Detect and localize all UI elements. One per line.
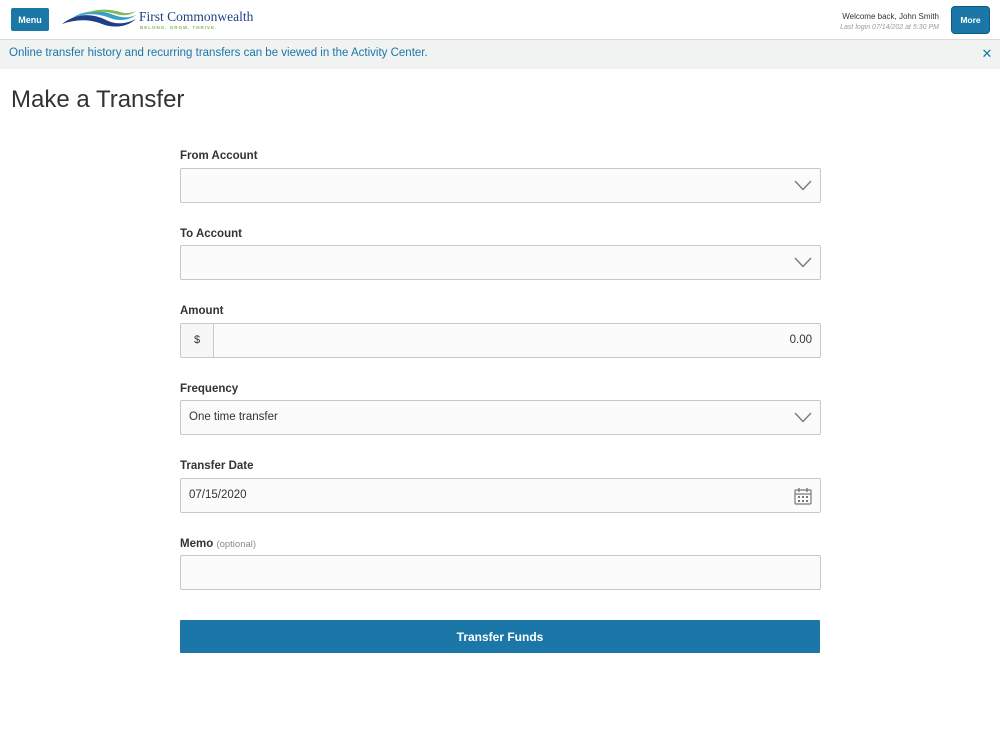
close-icon[interactable]: ✕ (980, 46, 994, 62)
from-account-select[interactable] (180, 168, 821, 203)
frequency-label: Frequency (180, 383, 239, 395)
transfer-date-label: Transfer Date (180, 460, 254, 472)
memo-label-text: Memo (180, 538, 214, 550)
logo-name: First Commonwealth (139, 9, 254, 24)
chevron-down-icon (794, 412, 812, 423)
logo-tagline: BELONG. GROW. THRIVE. (140, 25, 218, 30)
top-header: Menu First Commonwealth BELONG. GROW. TH… (0, 0, 1000, 40)
to-account-label: To Account (180, 228, 242, 240)
transfer-date-field[interactable]: 07/15/2020 (180, 478, 821, 513)
last-login-text: Last login 07/14/202 at 5:30 PM (840, 24, 939, 31)
calendar-icon[interactable] (794, 487, 812, 505)
page-title: Make a Transfer (11, 86, 185, 113)
chevron-down-icon (794, 180, 812, 191)
transfer-date-value: 07/15/2020 (189, 489, 247, 501)
welcome-text: Welcome back, John Smith (842, 12, 939, 21)
more-button[interactable]: More (952, 7, 989, 33)
memo-input[interactable] (180, 555, 821, 590)
amount-field[interactable]: $ 0.00 (180, 323, 821, 358)
from-account-label: From Account (180, 150, 258, 162)
notice-banner: Online transfer history and recurring tr… (0, 40, 1000, 69)
amount-value: 0.00 (789, 334, 812, 346)
transfer-funds-button[interactable]: Transfer Funds (180, 620, 820, 653)
user-welcome: Welcome back, John Smith Last login 07/1… (840, 11, 939, 33)
menu-button[interactable]: Menu (11, 8, 49, 31)
amount-label: Amount (180, 305, 224, 317)
bank-logo[interactable]: First Commonwealth BELONG. GROW. THRIVE. (62, 9, 262, 33)
notice-text: Online transfer history and recurring tr… (9, 47, 428, 59)
memo-label: Memo (optional) (180, 538, 256, 550)
frequency-value: One time transfer (189, 411, 278, 423)
currency-prefix: $ (181, 324, 214, 357)
chevron-down-icon (794, 257, 812, 268)
memo-optional-hint: (optional) (216, 539, 257, 550)
logo-wave-icon (62, 9, 136, 27)
frequency-select[interactable]: One time transfer (180, 400, 821, 435)
to-account-select[interactable] (180, 245, 821, 280)
